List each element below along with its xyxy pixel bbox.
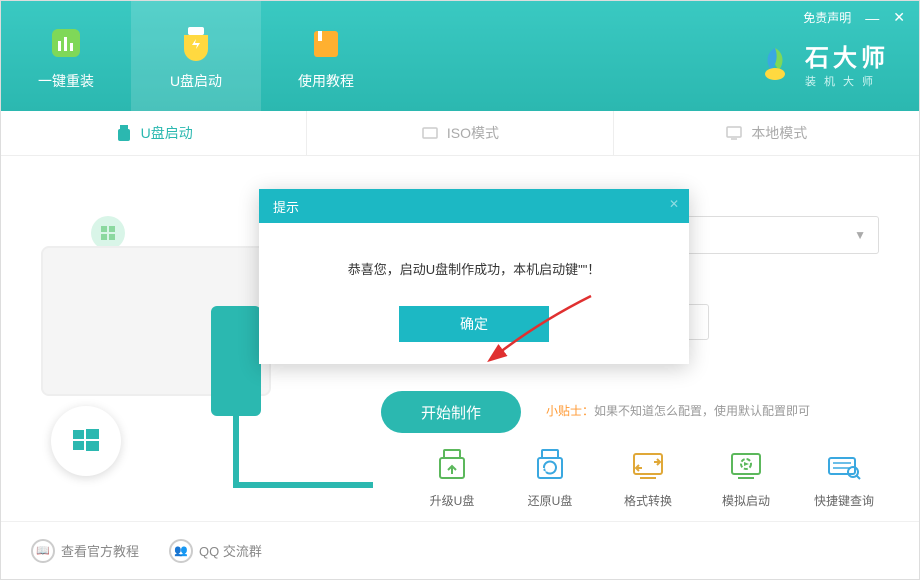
brand-subtitle: 装机大师 bbox=[805, 73, 889, 89]
simulate-boot-icon bbox=[726, 446, 766, 486]
action-upgrade-usb[interactable]: 升级U盘 bbox=[417, 446, 487, 509]
footer-link-label: QQ 交流群 bbox=[199, 541, 262, 560]
header-right: 免责声明 — ✕ 石大师 装机大师 bbox=[755, 1, 919, 111]
disclaimer-link[interactable]: 免责声明 bbox=[803, 9, 851, 26]
subtab-local-mode[interactable]: 本地模式 bbox=[614, 111, 919, 155]
action-toolbar: 升级U盘 还原U盘 格式转换 模拟启动 快捷键查询 bbox=[417, 446, 879, 509]
tab-label: 使用教程 bbox=[298, 71, 354, 91]
brand-text: 石大师 装机大师 bbox=[805, 38, 889, 89]
sub-tabs: U盘启动 ISO模式 本地模式 bbox=[1, 111, 919, 156]
action-label: 模拟启动 bbox=[722, 492, 770, 509]
minimize-button[interactable]: — bbox=[865, 10, 879, 26]
subtab-label: 本地模式 bbox=[751, 123, 807, 143]
chevron-down-icon: ▼ bbox=[854, 228, 866, 242]
tab-label: 一键重装 bbox=[38, 71, 94, 91]
tab-tutorial[interactable]: 使用教程 bbox=[261, 1, 391, 111]
hotkey-lookup-icon bbox=[824, 446, 864, 486]
tab-one-click-reinstall[interactable]: 一键重装 bbox=[1, 1, 131, 111]
footer-link-label: 查看官方教程 bbox=[61, 541, 139, 560]
bar-chart-icon bbox=[44, 21, 88, 65]
close-button[interactable]: ✕ bbox=[893, 9, 905, 26]
action-label: 格式转换 bbox=[624, 492, 672, 509]
windows-circle-icon bbox=[51, 406, 121, 476]
action-restore-usb[interactable]: 还原U盘 bbox=[515, 446, 585, 509]
button-label: 开始制作 bbox=[421, 402, 481, 423]
dialog-ok-button[interactable]: 确定 bbox=[399, 306, 549, 342]
book-icon bbox=[304, 21, 348, 65]
brand-logo-icon bbox=[755, 44, 795, 84]
header-tabs: 一键重装 U盘启动 使用教程 bbox=[1, 1, 391, 111]
action-hotkey-lookup[interactable]: 快捷键查询 bbox=[809, 446, 879, 509]
tab-usb-boot[interactable]: U盘启动 bbox=[131, 1, 261, 111]
iso-icon bbox=[421, 124, 439, 142]
usb-shield-icon bbox=[174, 21, 218, 65]
subtab-label: U盘启动 bbox=[141, 123, 193, 143]
tip-text: 小贴士：如果不知道怎么配置，使用默认配置即可 bbox=[546, 402, 810, 419]
subtab-iso-mode[interactable]: ISO模式 bbox=[307, 111, 613, 155]
footer-qq-link[interactable]: 👥 QQ 交流群 bbox=[169, 539, 262, 563]
action-label: 升级U盘 bbox=[430, 492, 475, 509]
button-label: 确定 bbox=[460, 314, 488, 334]
brand: 石大师 装机大师 bbox=[755, 38, 919, 89]
people-icon: 👥 bbox=[169, 539, 193, 563]
tab-label: U盘启动 bbox=[170, 71, 222, 91]
upgrade-usb-icon bbox=[432, 446, 472, 486]
subtab-usb-boot[interactable]: U盘启动 bbox=[1, 111, 307, 155]
format-convert-icon bbox=[628, 446, 668, 486]
windows-badge-icon bbox=[91, 216, 125, 250]
book-small-icon: 📖 bbox=[31, 539, 55, 563]
monitor-icon bbox=[725, 124, 743, 142]
footer: 📖 查看官方教程 👥 QQ 交流群 bbox=[1, 521, 919, 579]
action-simulate-boot[interactable]: 模拟启动 bbox=[711, 446, 781, 509]
tip-label: 小贴士： bbox=[546, 404, 594, 418]
tip-content: 如果不知道怎么配置，使用默认配置即可 bbox=[594, 404, 810, 418]
footer-tutorial-link[interactable]: 📖 查看官方教程 bbox=[31, 539, 139, 563]
subtab-label: ISO模式 bbox=[447, 123, 499, 143]
app-header: 一键重装 U盘启动 使用教程 免责声明 — ✕ 石大师 装机大师 bbox=[1, 1, 919, 111]
dialog-message: 恭喜您，启动U盘制作成功，本机启动键""！ bbox=[259, 223, 689, 306]
dialog-footer: 确定 bbox=[259, 306, 689, 364]
action-label: 还原U盘 bbox=[528, 492, 573, 509]
restore-usb-icon bbox=[530, 446, 570, 486]
dialog-close-button[interactable]: ✕ bbox=[669, 197, 679, 211]
window-controls: 免责声明 — ✕ bbox=[789, 1, 919, 34]
success-dialog: 提示 ✕ 恭喜您，启动U盘制作成功，本机启动键""！ 确定 bbox=[259, 189, 689, 364]
brand-title: 石大师 bbox=[805, 38, 889, 73]
action-format-convert[interactable]: 格式转换 bbox=[613, 446, 683, 509]
start-make-button[interactable]: 开始制作 bbox=[381, 391, 521, 433]
usb-icon bbox=[115, 124, 133, 142]
dialog-title: 提示 bbox=[273, 197, 299, 216]
dialog-header: 提示 ✕ bbox=[259, 189, 689, 223]
action-label: 快捷键查询 bbox=[814, 492, 874, 509]
